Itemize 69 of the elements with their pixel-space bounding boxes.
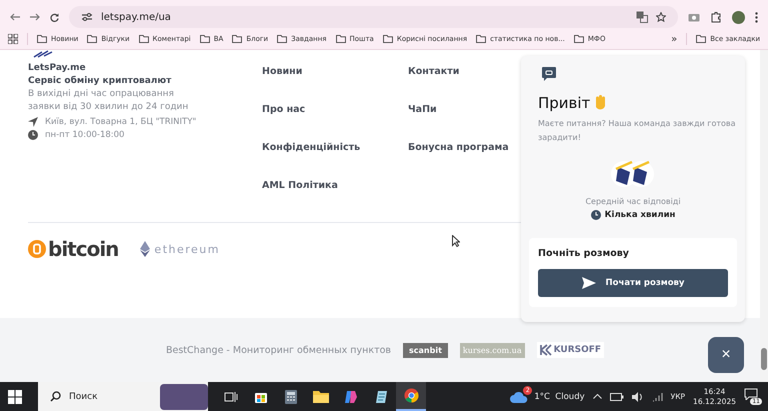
start-chat-button[interactable]: Почати розмову <box>538 269 728 297</box>
extensions-icon[interactable] <box>710 11 722 23</box>
back-icon[interactable] <box>10 13 20 21</box>
footer-link[interactable]: Про нас <box>262 102 306 118</box>
footer-link[interactable]: Контакти <box>408 64 460 80</box>
chat-bubble-icon <box>541 66 557 82</box>
support-agents-drawing <box>610 159 656 189</box>
reload-icon[interactable] <box>50 12 59 22</box>
folder-icon <box>696 35 706 43</box>
network-icon[interactable] <box>652 392 663 402</box>
search-icon <box>50 391 61 402</box>
bitcoin-wordmark: bitcoin <box>48 237 118 261</box>
tagline: Сервіс обміну криптовалют <box>28 75 172 88</box>
windows-start-icon[interactable] <box>8 390 22 404</box>
url-text: letspay.me/ua <box>101 12 171 22</box>
processing-note: В вихідні дні час опрацювання заявки від 30 хвилин до 24 годин <box>28 88 190 114</box>
footer-link[interactable]: Бонусна програма <box>408 140 509 156</box>
close-chat-button[interactable]: × <box>708 337 744 373</box>
footer-link[interactable]: Конфіденційність <box>262 140 360 156</box>
volume-icon[interactable] <box>632 392 644 402</box>
apps-icon[interactable] <box>8 34 18 44</box>
folder-icon <box>336 35 346 43</box>
avatar-icon[interactable] <box>732 10 745 24</box>
menu-icon[interactable] <box>755 12 758 22</box>
folder-icon <box>382 35 393 43</box>
weather-text: 1°C Cloudy <box>534 392 585 402</box>
footer-link[interactable]: AML Політика <box>262 178 338 194</box>
folder-icon <box>37 35 47 43</box>
coin-icon <box>28 240 46 258</box>
clock-icon <box>590 210 601 220</box>
battery-icon[interactable] <box>610 392 624 400</box>
location-arrow-icon <box>28 117 38 127</box>
search-highlight-picture <box>160 384 208 410</box>
folder-icon <box>476 35 486 43</box>
camera-icon[interactable] <box>688 12 700 22</box>
chrome-icon[interactable] <box>396 382 426 411</box>
search-placeholder: Поиск <box>69 392 98 402</box>
clock-icon <box>28 130 38 140</box>
taskbar-search-field[interactable]: Поиск <box>38 382 208 411</box>
forward-icon[interactable] <box>30 13 40 21</box>
scanbit-badge[interactable]: scanbit <box>403 342 448 358</box>
star-icon[interactable] <box>656 12 666 22</box>
brand-name: LetsPay.me <box>28 62 87 75</box>
reply-time-value: Кілька хвилин <box>604 210 676 220</box>
ethereum-wordmark: ethereum <box>154 242 220 256</box>
mouse-cursor-icon <box>452 235 460 247</box>
chat-subtitle: Маєте питання? Наша команда завжди готова зарадити! <box>538 118 737 144</box>
reply-time-label: Середній час відповіді <box>585 197 681 206</box>
address-bar[interactable]: letspay.me/ua <box>69 6 678 28</box>
folder-icon <box>200 35 210 43</box>
folder-icon <box>574 35 584 43</box>
folder-icon <box>277 35 288 43</box>
chat-greeting: Привіт <box>538 94 590 112</box>
kursoff-badge[interactable]: KURSOFF <box>536 342 604 358</box>
footer-link[interactable]: Новини <box>262 64 302 80</box>
logo-icon <box>32 50 54 58</box>
send-icon <box>582 277 596 289</box>
folder-icon <box>138 35 149 43</box>
address-text: Київ, вул. Товарна 1, БЦ "TRINITY" <box>45 117 196 127</box>
site-settings-icon[interactable] <box>81 12 93 22</box>
start-conversation-title: Почніть розмову <box>538 248 630 259</box>
folder-icon <box>232 35 242 43</box>
more-bookmarks-button[interactable]: » <box>671 34 678 44</box>
chevron-up-icon[interactable] <box>592 394 602 399</box>
footer-link[interactable]: ЧаПи <box>408 102 437 118</box>
waving-hand-icon <box>594 95 608 111</box>
hours-text: пн-пт 10:00-18:00 <box>45 130 124 140</box>
folder-icon <box>87 35 98 43</box>
diamond-icon <box>140 241 150 257</box>
